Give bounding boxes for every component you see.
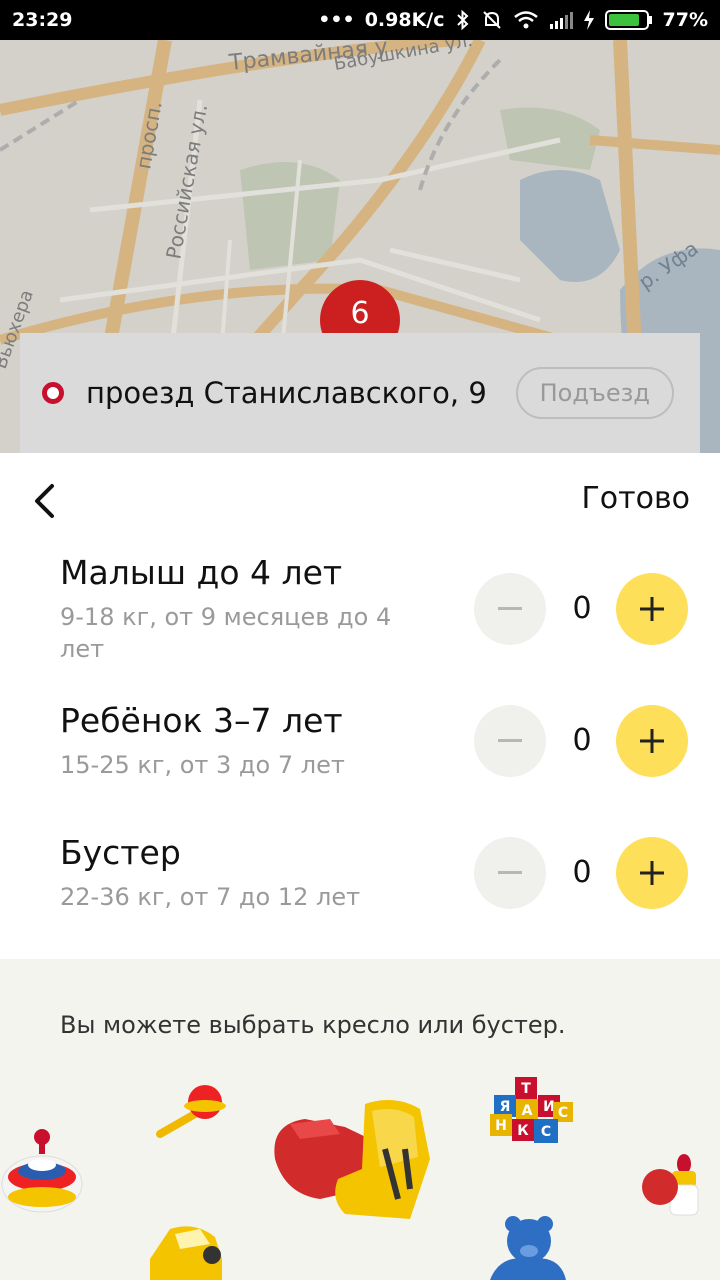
entrance-button[interactable]: Подъезд xyxy=(515,367,674,419)
signal-icon xyxy=(549,11,573,29)
seat-option-row: Ребёнок 3–7 лет 15-25 кг, от 3 до 7 лет … xyxy=(0,701,720,811)
cube-letter: Т xyxy=(521,1081,531,1097)
child-seat-sheet: Готово Малыш до 4 лет 9-18 кг, от 9 меся… xyxy=(0,453,720,959)
battery-percent: 77% xyxy=(662,9,708,31)
seat-count: 0 xyxy=(572,723,592,758)
plus-icon xyxy=(640,729,664,753)
minus-icon xyxy=(498,607,522,610)
chevron-left-icon xyxy=(35,484,54,518)
back-button[interactable] xyxy=(24,481,64,521)
spinning-top-icon xyxy=(1,1129,83,1213)
seat-title: Ребёнок 3–7 лет xyxy=(60,701,343,740)
address-bar[interactable]: проезд Станиславского, 9 Подъезд xyxy=(20,333,700,453)
cube-letter: К xyxy=(517,1123,529,1139)
plus-icon xyxy=(640,861,664,885)
seat-description: 9-18 кг, от 9 месяцев до 4 лет xyxy=(60,603,392,663)
seat-count: 0 xyxy=(572,591,592,626)
toy-car-icon xyxy=(150,1226,222,1280)
baby-bottle-icon xyxy=(642,1154,699,1216)
net-speed: 0.98K/c xyxy=(364,9,445,31)
address-text: проезд Станиславского, 9 xyxy=(86,376,487,410)
minus-icon xyxy=(498,739,522,742)
seat-title: Малыш до 4 лет xyxy=(60,553,343,592)
bluetooth-icon xyxy=(455,9,471,31)
increment-button[interactable] xyxy=(616,573,688,645)
decrement-button[interactable] xyxy=(474,705,546,777)
cube-letter: С xyxy=(558,1105,568,1121)
rattle-icon xyxy=(156,1085,226,1138)
increment-button[interactable] xyxy=(616,705,688,777)
status-time: 23:29 xyxy=(12,9,73,31)
info-panel: Вы можете выбрать кресло или бустер. Т Я… xyxy=(0,959,720,1280)
done-button[interactable]: Готово xyxy=(581,481,690,516)
cube-letter: А xyxy=(522,1103,533,1119)
increment-button[interactable] xyxy=(616,837,688,909)
seat-description: 15-25 кг, от 3 до 7 лет xyxy=(60,751,345,779)
seat-option-row: Малыш до 4 лет 9-18 кг, от 9 месяцев до … xyxy=(0,553,720,683)
cube-letter: Я xyxy=(500,1099,511,1115)
charging-icon xyxy=(583,9,595,31)
seat-description: 22-36 кг, от 7 до 12 лет xyxy=(60,883,361,911)
location-dot-icon xyxy=(42,382,64,404)
toys-illustration: Т Я А И С Н К С xyxy=(1,1077,699,1280)
cube-letter: С xyxy=(541,1124,551,1140)
cube-letter: Н xyxy=(495,1118,507,1134)
minus-icon xyxy=(498,871,522,874)
more-dots-icon: ••• xyxy=(318,9,355,31)
seat-count: 0 xyxy=(572,855,592,890)
mute-bell-icon xyxy=(481,9,503,31)
decrement-button[interactable] xyxy=(474,573,546,645)
alphabet-cubes-icon: Т Я А И С Н К С xyxy=(490,1077,573,1143)
battery-icon xyxy=(604,9,653,31)
seat-title: Бустер xyxy=(60,833,181,872)
plus-icon xyxy=(640,597,664,621)
teddy-bear-icon xyxy=(490,1216,566,1280)
seat-option-row: Бустер 22-36 кг, от 7 до 12 лет 0 xyxy=(0,833,720,943)
status-bar: 23:29 ••• 0.98K/c 77% xyxy=(0,0,720,40)
decrement-button[interactable] xyxy=(474,837,546,909)
wifi-icon xyxy=(513,10,539,30)
